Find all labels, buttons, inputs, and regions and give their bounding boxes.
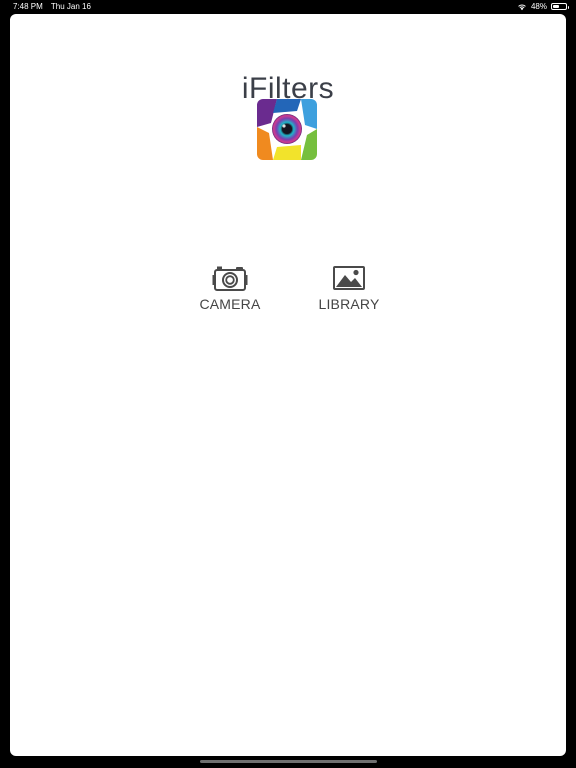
status-date: Thu Jan 16 <box>50 2 91 11</box>
library-label: LIBRARY <box>318 296 380 312</box>
library-button[interactable]: LIBRARY <box>304 264 394 320</box>
status-bar: 7:48 PM Thu Jan 16 48% <box>0 0 576 13</box>
status-right: 48% <box>517 0 569 13</box>
home-indicator[interactable] <box>200 760 377 763</box>
status-left: 7:48 PM Thu Jan 16 <box>13 0 97 13</box>
camera-button[interactable]: CAMERA <box>185 264 275 320</box>
battery-percent: 48% <box>530 2 547 11</box>
battery-fill <box>553 5 559 8</box>
main-sheet: iFilters CAMERA LIBRARY <box>10 14 566 756</box>
screen: 7:48 PM Thu Jan 16 48% iFilters CAMERA L… <box>0 0 576 768</box>
battery-tip <box>567 5 569 9</box>
camera-label: CAMERA <box>199 296 261 312</box>
battery-icon <box>551 3 569 10</box>
photo-library-icon <box>333 266 365 290</box>
ifilters-logo-icon <box>257 99 317 160</box>
camera-icon <box>212 266 248 291</box>
wifi-icon <box>518 3 526 10</box>
status-time: 7:48 PM <box>13 2 43 11</box>
